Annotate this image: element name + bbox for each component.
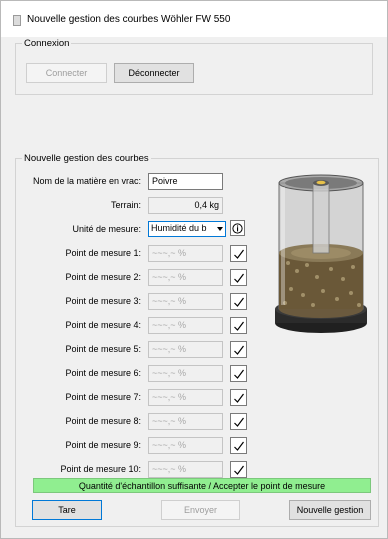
measure-point-value: ~~~,~ % xyxy=(148,461,223,478)
checkmark-icon xyxy=(234,369,244,379)
accept-point-button[interactable] xyxy=(230,365,247,382)
sample-container-image xyxy=(275,174,367,333)
measure-point-label: Point de mesure 1: xyxy=(65,248,141,258)
checkmark-icon xyxy=(234,393,244,403)
connection-legend: Connexion xyxy=(24,38,70,49)
checkmark-icon xyxy=(234,273,244,283)
title-bar: Nouvelle gestion des courbes Wöhler FW 5… xyxy=(1,1,387,37)
accept-point-button[interactable] xyxy=(230,245,247,262)
accept-point-button[interactable] xyxy=(230,317,247,334)
checkmark-icon xyxy=(234,321,244,331)
checkmark-icon xyxy=(234,297,244,307)
measure-point-label: Point de mesure 8: xyxy=(65,416,141,426)
terrain-label: Terrain: xyxy=(110,200,141,210)
accept-point-button[interactable] xyxy=(230,341,247,358)
app-window: Nouvelle gestion des courbes Wöhler FW 5… xyxy=(0,0,388,539)
send-button[interactable]: Envoyer xyxy=(161,500,240,520)
window-title: Nouvelle gestion des courbes Wöhler FW 5… xyxy=(27,14,231,25)
chevron-down-icon xyxy=(217,227,223,231)
measure-point-label: Point de mesure 7: xyxy=(65,392,141,402)
disconnect-button[interactable]: Déconnecter xyxy=(114,63,194,83)
curve-management-legend: Nouvelle gestion des courbes xyxy=(24,153,149,164)
accept-point-button[interactable] xyxy=(230,413,247,430)
accept-point-button[interactable] xyxy=(230,437,247,454)
material-input[interactable]: Poivre xyxy=(148,173,223,190)
measure-point-value: ~~~,~ % xyxy=(148,389,223,406)
material-label: Nom de la matière en vrac: xyxy=(32,176,141,186)
unit-select-value: Humidité du b xyxy=(151,223,207,233)
measure-point-value: ~~~,~ % xyxy=(148,269,223,286)
measure-point-value: ~~~,~ % xyxy=(148,413,223,430)
terrain-value: 0,4 kg xyxy=(148,197,223,214)
info-icon xyxy=(232,222,243,234)
measure-point-label: Point de mesure 10: xyxy=(60,464,141,474)
unit-select[interactable]: Humidité du b xyxy=(148,221,226,237)
measure-point-label: Point de mesure 4: xyxy=(65,320,141,330)
measure-point-value: ~~~,~ % xyxy=(148,317,223,334)
accept-point-button[interactable] xyxy=(230,269,247,286)
new-management-button[interactable]: Nouvelle gestion xyxy=(289,500,371,520)
measure-point-label: Point de mesure 6: xyxy=(65,368,141,378)
connect-button[interactable]: Connecter xyxy=(26,63,107,83)
measure-point-value: ~~~,~ % xyxy=(148,245,223,262)
measure-point-label: Point de mesure 5: xyxy=(65,344,141,354)
measure-point-value: ~~~,~ % xyxy=(148,365,223,382)
measure-point-label: Point de mesure 2: xyxy=(65,272,141,282)
accept-point-button[interactable] xyxy=(230,293,247,310)
accept-point-button[interactable] xyxy=(230,461,247,478)
info-button[interactable] xyxy=(230,220,245,236)
measure-point-value: ~~~,~ % xyxy=(148,293,223,310)
measure-point-value: ~~~,~ % xyxy=(148,341,223,358)
accept-point-button[interactable] xyxy=(230,389,247,406)
checkmark-icon xyxy=(234,465,244,475)
checkmark-icon xyxy=(234,441,244,451)
unit-label: Unité de mesure: xyxy=(72,224,141,234)
measure-point-label: Point de mesure 9: xyxy=(65,440,141,450)
checkmark-icon xyxy=(234,417,244,427)
checkmark-icon xyxy=(234,345,244,355)
measure-point-value: ~~~,~ % xyxy=(148,437,223,454)
measure-point-label: Point de mesure 3: xyxy=(65,296,141,306)
app-icon xyxy=(13,15,21,26)
status-banner: Quantité d'échantillon suffisante / Acce… xyxy=(33,478,371,493)
tare-button[interactable]: Tare xyxy=(32,500,102,520)
checkmark-icon xyxy=(234,249,244,259)
